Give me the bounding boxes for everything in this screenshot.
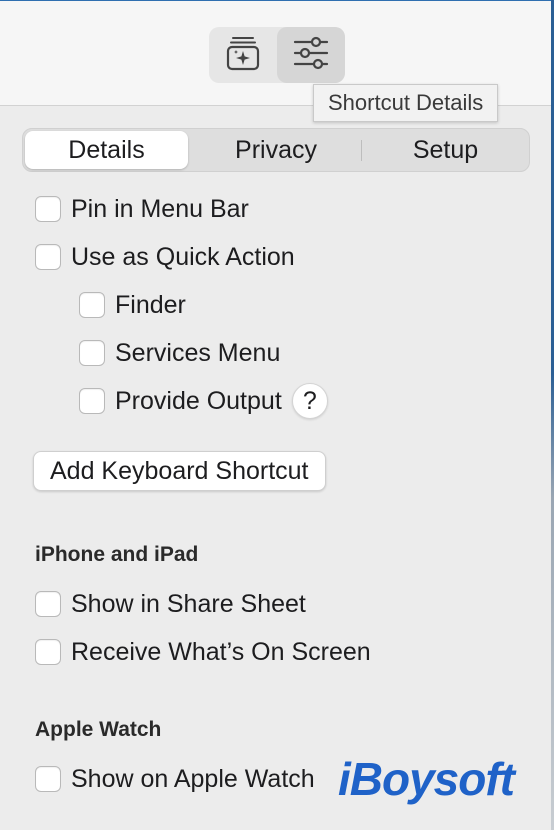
services-menu-label: Services Menu xyxy=(115,338,281,367)
services-menu-checkbox[interactable] xyxy=(79,340,105,366)
finder-label: Finder xyxy=(115,290,186,319)
shortcut-details-panel: Shortcut Details Details Privacy Setup P… xyxy=(0,0,554,830)
show-on-watch-option[interactable]: Show on Apple Watch xyxy=(35,761,315,797)
share-sheet-option[interactable]: Show in Share Sheet xyxy=(35,586,306,622)
quick-action-label: Use as Quick Action xyxy=(71,242,295,271)
provide-output-checkbox[interactable] xyxy=(79,388,105,414)
finder-option[interactable]: Finder xyxy=(79,287,186,323)
tooltip-shortcut-details: Shortcut Details xyxy=(313,84,499,122)
services-menu-option[interactable]: Services Menu xyxy=(79,335,280,371)
add-to-library-icon xyxy=(224,34,262,77)
whats-on-screen-checkbox[interactable] xyxy=(35,639,61,665)
apple-watch-section-heading: Apple Watch xyxy=(35,718,162,741)
iphone-section-heading: iPhone and iPad xyxy=(35,543,199,566)
add-keyboard-shortcut-button[interactable]: Add Keyboard Shortcut xyxy=(33,451,326,491)
sliders-icon xyxy=(292,34,330,77)
provide-output-label: Provide Output xyxy=(115,386,282,415)
show-on-watch-label: Show on Apple Watch xyxy=(71,764,315,793)
tab-setup[interactable]: Setup xyxy=(362,129,529,171)
quick-action-checkbox[interactable] xyxy=(35,244,61,270)
finder-checkbox[interactable] xyxy=(79,292,105,318)
share-sheet-label: Show in Share Sheet xyxy=(71,589,306,618)
share-sheet-checkbox[interactable] xyxy=(35,591,61,617)
toolbar-button-group xyxy=(209,27,345,83)
whats-on-screen-option[interactable]: Receive What’s On Screen xyxy=(35,634,371,670)
show-on-watch-checkbox[interactable] xyxy=(35,766,61,792)
pin-menu-bar-label: Pin in Menu Bar xyxy=(71,194,249,223)
tab-privacy[interactable]: Privacy xyxy=(192,129,360,171)
tab-bar: Details Privacy Setup xyxy=(22,128,530,172)
help-button[interactable]: ? xyxy=(291,383,328,419)
iboysoft-watermark: iBoysoft xyxy=(338,753,515,805)
provide-output-option[interactable]: Provide Output ? xyxy=(79,383,328,419)
whats-on-screen-label: Receive What’s On Screen xyxy=(71,637,371,666)
pin-menu-bar-option[interactable]: Pin in Menu Bar xyxy=(35,191,249,227)
library-button[interactable] xyxy=(209,27,277,83)
quick-action-option[interactable]: Use as Quick Action xyxy=(35,239,295,275)
pin-menu-bar-checkbox[interactable] xyxy=(35,196,61,222)
details-button[interactable] xyxy=(277,27,345,83)
tab-details[interactable]: Details xyxy=(25,131,188,169)
